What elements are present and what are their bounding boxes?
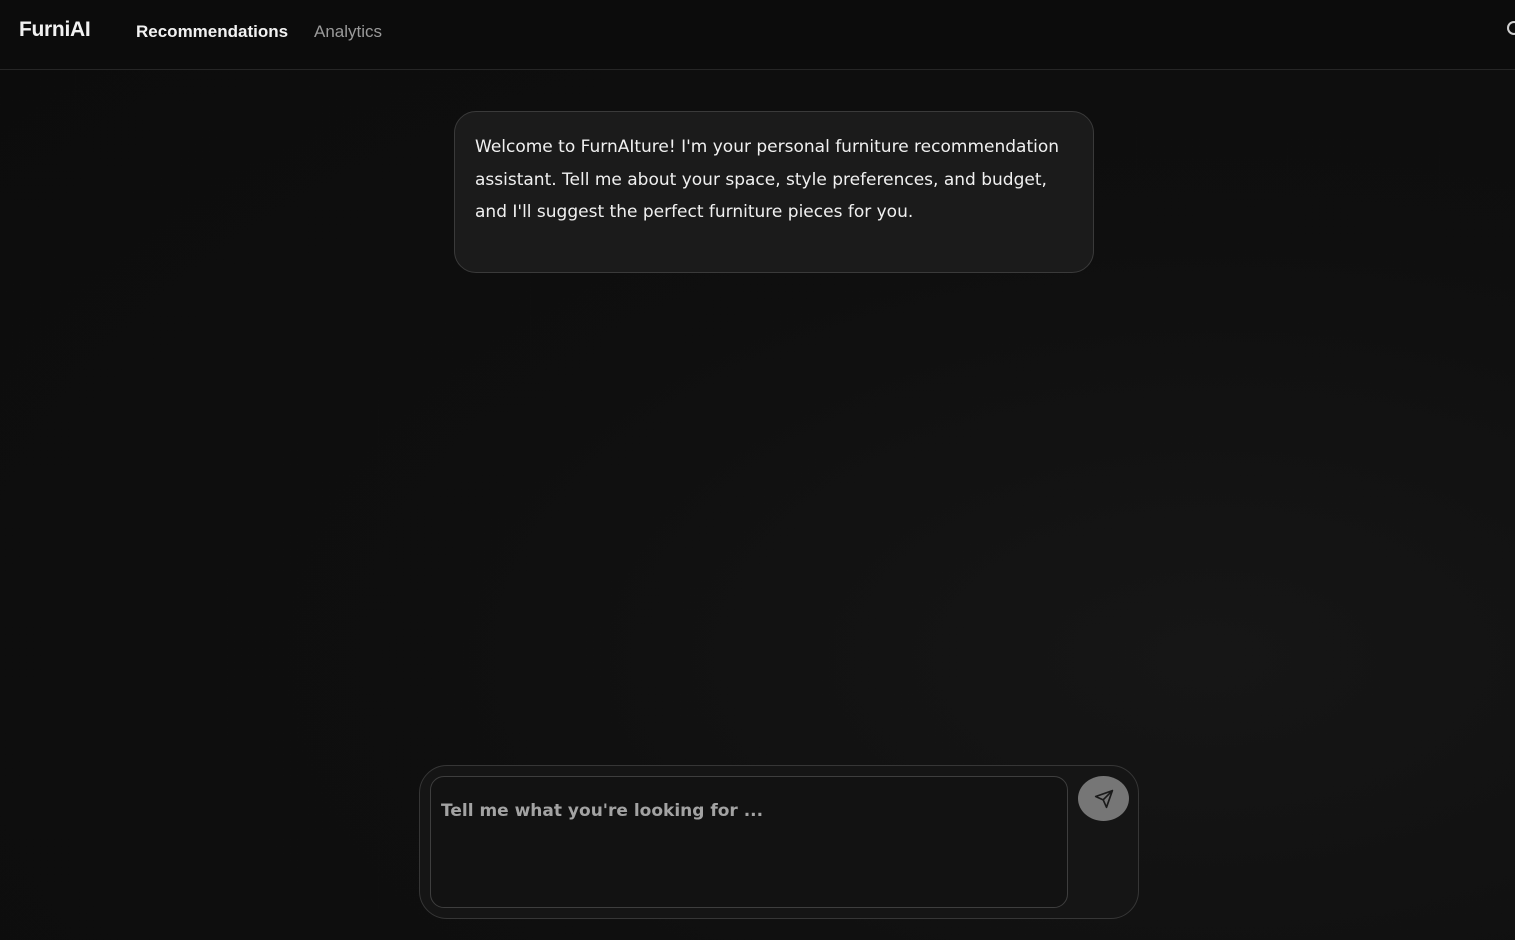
message-composer (419, 765, 1139, 919)
nav-analytics[interactable]: Analytics (314, 22, 382, 42)
message-input[interactable] (430, 776, 1068, 908)
user-menu-icon[interactable] (1507, 21, 1515, 35)
send-button[interactable] (1078, 776, 1129, 821)
top-navbar: FurniAI Recommendations Analytics (0, 0, 1515, 70)
assistant-message-text: Welcome to FurnAIture! I'm your personal… (475, 137, 1060, 222)
brand-logo[interactable]: FurniAI (19, 18, 91, 42)
assistant-message-bubble: Welcome to FurnAIture! I'm your personal… (454, 111, 1094, 273)
send-icon (1094, 789, 1113, 808)
nav-recommendations[interactable]: Recommendations (136, 22, 288, 42)
